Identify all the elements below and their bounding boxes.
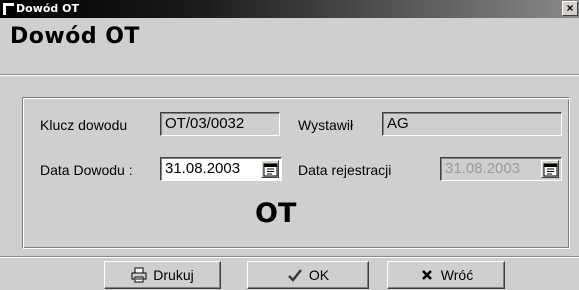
title-bar: Dowód OT × xyxy=(0,0,579,18)
wystawil-field[interactable]: AG xyxy=(382,112,562,136)
printer-icon xyxy=(131,267,147,283)
ok-button[interactable]: OK xyxy=(247,261,369,289)
checkmark-icon xyxy=(287,269,302,282)
x-mark-icon xyxy=(421,270,432,280)
data-dowodu-calendar-button[interactable] xyxy=(261,160,279,178)
app-icon xyxy=(3,3,14,15)
page-title: Dowód OT xyxy=(10,24,140,49)
footer-divider xyxy=(0,256,579,258)
calendar-icon xyxy=(543,163,558,177)
klucz-dowodu-label: Klucz dowodu xyxy=(40,117,128,133)
back-button[interactable]: Wróć xyxy=(387,261,505,289)
close-button[interactable]: × xyxy=(562,1,578,16)
ok-button-label: OK xyxy=(308,267,330,283)
wystawil-label: Wystawił xyxy=(298,117,354,133)
print-button-label: Drukuj xyxy=(153,267,194,283)
data-rejestracji-calendar-button xyxy=(541,160,559,178)
data-rejestracji-value: 31.08.2003 xyxy=(445,160,521,177)
data-dowodu-value: 31.08.2003 xyxy=(165,160,241,177)
window-title: Dowód OT xyxy=(16,2,79,15)
data-rejestracji-label: Data rejestracji xyxy=(298,162,392,178)
data-dowodu-field[interactable]: 31.08.2003 xyxy=(160,157,282,181)
back-button-label: Wróć xyxy=(440,267,474,283)
klucz-dowodu-field[interactable]: OT/03/0032 xyxy=(160,112,280,136)
document-type-label: OT xyxy=(255,198,297,229)
data-rejestracji-field: 31.08.2003 xyxy=(440,157,562,181)
calendar-icon xyxy=(263,163,278,177)
header-divider xyxy=(0,74,579,76)
print-button[interactable]: Drukuj xyxy=(104,261,221,289)
data-dowodu-label: Data Dowodu : xyxy=(40,162,133,178)
wystawil-value: AG xyxy=(387,115,409,132)
klucz-dowodu-value: OT/03/0032 xyxy=(165,115,245,132)
